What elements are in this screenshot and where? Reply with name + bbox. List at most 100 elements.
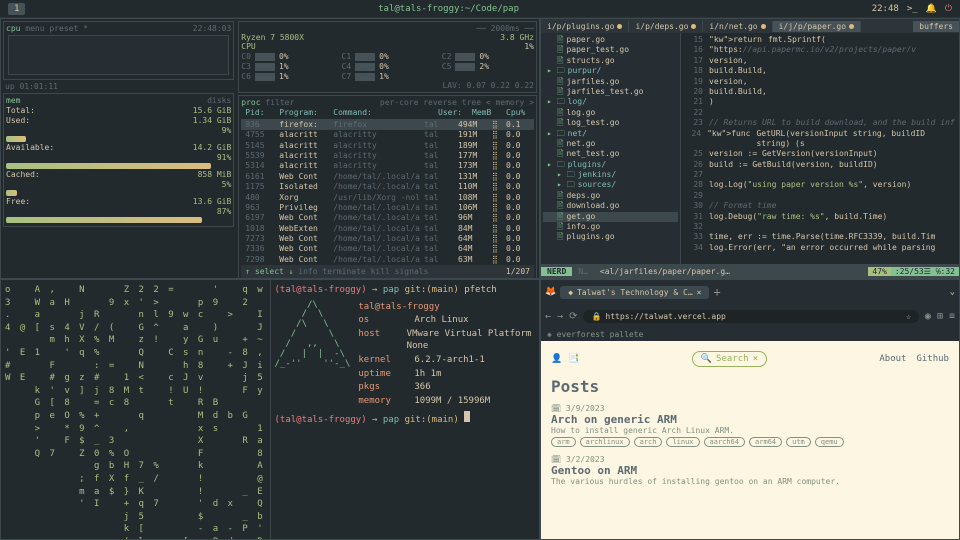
- url-bar[interactable]: 🔒 https://talwat.vercel.app ☆: [583, 310, 918, 323]
- power-icon[interactable]: ⏻: [945, 4, 952, 14]
- folder-icon: ▸ 🗀: [557, 170, 575, 180]
- tree-item[interactable]: ▸ 🗀purpur/: [543, 66, 678, 76]
- file-icon: 🖹: [557, 118, 563, 128]
- modified-icon: [617, 24, 622, 29]
- tree-item[interactable]: ▸ 🗀sources/: [543, 180, 678, 190]
- proc-box: proc filter per-core reverse tree < memo…: [238, 95, 537, 279]
- new-tab-button[interactable]: +: [713, 285, 720, 299]
- site-search[interactable]: 🔍 Search ×: [692, 351, 767, 367]
- post-tag[interactable]: qemu: [815, 437, 844, 447]
- proc-row[interactable]: 4755alacrittalacrittytal191M⣿0.0: [241, 130, 534, 140]
- tree-item[interactable]: 🖹log_test.go: [543, 118, 678, 128]
- post-tag[interactable]: arm64: [749, 437, 782, 447]
- proc-row[interactable]: 963Privileg/home/tal/.local/atal106M⣿0.0: [241, 203, 534, 213]
- forward-icon[interactable]: →: [557, 311, 563, 322]
- about-link[interactable]: About: [879, 354, 906, 364]
- proc-row[interactable]: 7273Web Cont/home/tal/.local/atal64M⣿0.0: [241, 234, 534, 244]
- proc-row[interactable]: 1018WebExten/home/tal/.local/atal84M⣿0.0: [241, 224, 534, 234]
- site-logo-icon[interactable]: 👤: [551, 354, 562, 364]
- tree-item[interactable]: 🖹plugins.go: [543, 232, 678, 242]
- tree-item[interactable]: 🖹structs.go: [543, 56, 678, 66]
- disks-label[interactable]: disks: [207, 96, 231, 105]
- proc-row[interactable]: 5539alacrittalacrittytal177M⣿0.0: [241, 151, 534, 161]
- term-hint[interactable]: terminate: [322, 267, 365, 276]
- tree-item[interactable]: 🖹net_test.go: [543, 149, 678, 159]
- proc-row[interactable]: 7336Web Cont/home/tal/.local/atal64M⣿0.0: [241, 244, 534, 254]
- tree-item[interactable]: 🖹info.go: [543, 222, 678, 232]
- kill-hint[interactable]: kill: [371, 267, 390, 276]
- proc-row[interactable]: 6197Web Cont/home/tal/.local/atal96M⣿0.0: [241, 213, 534, 223]
- tree-item[interactable]: ▸ 🗀net/: [543, 129, 678, 139]
- prompt-line-2[interactable]: (tal@tals-froggy) → pap git:(main): [275, 411, 536, 427]
- clear-icon[interactable]: ×: [753, 354, 758, 364]
- proc-row[interactable]: 5314alacrittalacrittytal173M⣿0.0: [241, 161, 534, 171]
- editor-tab[interactable]: i/n/net.go: [703, 21, 772, 32]
- menu-icon[interactable]: ≡: [949, 311, 955, 322]
- post-tag[interactable]: aarch64: [704, 437, 746, 447]
- tab-close-icon[interactable]: ×: [697, 288, 702, 297]
- post-tag[interactable]: arm: [551, 437, 576, 447]
- sb-file: <al/jarfiles/paper/paper.g…: [594, 267, 736, 276]
- browser-tab[interactable]: ◆ Talwat's Technology & C… ×: [560, 286, 709, 299]
- code-line: 20 build.Build,: [683, 87, 957, 97]
- tabs-dropdown-icon[interactable]: ⌄: [950, 287, 955, 297]
- proc-row[interactable]: 1175Isolated/home/tal/.local/atal110M⣿0.…: [241, 182, 534, 192]
- proc-row[interactable]: 5145alacrittalacrittytal189M⣿0.0: [241, 141, 534, 151]
- code-area[interactable]: 15"kw">return fmt.Sprintf(16 "https://ap…: [681, 33, 959, 264]
- bookmark-icon[interactable]: ☆: [906, 312, 911, 321]
- signals-hint[interactable]: signals: [395, 267, 429, 276]
- code-line: 27: [683, 170, 957, 180]
- proc-row[interactable]: 6161Web Cont/home/tal/.local/atal131M⣿0.…: [241, 172, 534, 182]
- menu-btn[interactable]: menu: [25, 24, 44, 33]
- editor-tab[interactable]: i/p/plugins.go: [541, 21, 629, 32]
- file-tree[interactable]: 🖹paper.go🖹paper_test.go🖹structs.go▸ 🗀pur…: [541, 33, 681, 264]
- tree-item[interactable]: 🖹log.go: [543, 108, 678, 118]
- tree-item[interactable]: 🖹jarfiles_test.go: [543, 87, 678, 97]
- folder-icon: ▸ 🗀: [547, 97, 565, 107]
- tree-item[interactable]: 🖹jarfiles.go: [543, 77, 678, 87]
- post-tag[interactable]: arch: [634, 437, 663, 447]
- info-hint[interactable]: info: [298, 267, 317, 276]
- tree-item[interactable]: 🖹paper_test.go: [543, 45, 678, 55]
- filter-btn[interactable]: filter: [265, 98, 294, 107]
- sb-pos: :25/53☰ ℅:32: [891, 267, 959, 276]
- preset-btn[interactable]: preset *: [49, 24, 88, 33]
- tree-item[interactable]: ▸ 🗀log/: [543, 97, 678, 107]
- extensions-icon[interactable]: ⊞: [937, 311, 943, 322]
- terminal-icon[interactable]: >_: [907, 4, 918, 14]
- post-tag[interactable]: archlinux: [580, 437, 630, 447]
- mem-row: 9%: [6, 126, 231, 135]
- proc-row[interactable]: 7298Web Cont/home/tal/.local/atal63M⣿0.0: [241, 255, 534, 265]
- post-item[interactable]: 🗓 3/2/2023Gentoo on ARMThe various hurdl…: [551, 455, 949, 488]
- tree-item[interactable]: 🖹paper.go: [543, 35, 678, 45]
- folder-icon: ▸ 🗀: [547, 160, 565, 170]
- post-tag[interactable]: linux: [666, 437, 699, 447]
- bell-icon[interactable]: 🔔: [926, 4, 937, 14]
- editor-tab[interactable]: i/j/p/paper.go: [773, 21, 861, 32]
- workspace-indicator[interactable]: 1: [8, 3, 25, 15]
- post-item[interactable]: 🗓 3/9/2023Arch on generic ARMHow to inst…: [551, 404, 949, 447]
- tree-item[interactable]: ▸ 🗀jenkins/: [543, 170, 678, 180]
- proc-row[interactable]: 480Xorg/usr/lib/Xorg -noltal108M⣿0.0: [241, 193, 534, 203]
- file-icon: 🖹: [557, 77, 563, 87]
- post-tag[interactable]: utm: [786, 437, 811, 447]
- reload-icon[interactable]: ⟳: [569, 311, 577, 322]
- mem-row: Total:15.6 GiB: [6, 106, 231, 115]
- tree-item[interactable]: 🖹get.go: [543, 212, 678, 222]
- tree-item[interactable]: 🖹download.go: [543, 201, 678, 211]
- tree-item[interactable]: ▸ 🗀plugins/: [543, 160, 678, 170]
- proc-row[interactable]: 836firefox:firefoxtal494M⣿0.1: [241, 120, 534, 130]
- back-icon[interactable]: ←: [545, 311, 551, 322]
- mem-box: mem disks Total:15.6 GiBUsed:1.34 GiB9%A…: [3, 93, 234, 227]
- editor-tab[interactable]: i/p/deps.go: [629, 21, 703, 32]
- terminal-pane[interactable]: (tal@tals-froggy) → pap git:(main) pfetc…: [270, 280, 540, 539]
- site-icon-2[interactable]: 📑: [568, 354, 579, 364]
- tree-item[interactable]: 🖹deps.go: [543, 191, 678, 201]
- github-link[interactable]: Github: [916, 354, 949, 364]
- prompt-line: (tal@tals-froggy) → pap git:(main) pfetc…: [275, 284, 536, 297]
- buffers-btn[interactable]: buffers: [913, 21, 959, 32]
- account-icon[interactable]: ◉: [925, 311, 931, 322]
- tree-item[interactable]: 🖹net.go: [543, 139, 678, 149]
- proc-cols[interactable]: per-core reverse tree < memory >: [380, 98, 534, 108]
- code-line: 19 version,: [683, 77, 957, 87]
